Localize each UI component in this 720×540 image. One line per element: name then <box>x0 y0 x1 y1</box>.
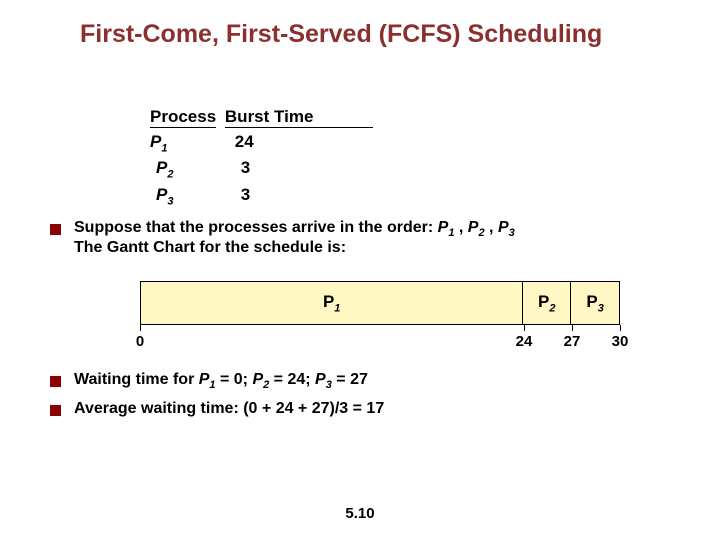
text: Waiting time for <box>74 371 199 388</box>
text: P <box>438 219 449 236</box>
tick-label: 30 <box>612 333 629 350</box>
table-header: Process Burst Time <box>150 107 670 128</box>
text: P <box>252 371 263 388</box>
text: P <box>468 219 479 236</box>
proc-name: P <box>150 132 161 151</box>
gantt-cell-label: P2 <box>538 292 555 314</box>
gantt-cell-label: P1 <box>323 292 340 314</box>
text: P <box>315 371 326 388</box>
gantt-bar: P1 P2 P3 <box>140 281 620 325</box>
bullet-suppose: Suppose that the processes arrive in the… <box>50 219 670 257</box>
proc-name: P <box>156 158 167 177</box>
burst-value: 24 <box>235 132 254 152</box>
proc-sub: 3 <box>167 195 173 207</box>
text: P <box>498 219 509 236</box>
page-number: 5.10 <box>345 505 374 522</box>
table-row: P2 3 <box>156 158 670 180</box>
bullet-waiting: Waiting time for P1 = 0; P2 = 24; P3 = 2… <box>50 371 670 391</box>
text: = 27 <box>332 371 368 388</box>
bullet-icon <box>50 376 61 387</box>
text: P <box>199 371 210 388</box>
text: , <box>485 219 498 236</box>
bullet-icon <box>50 224 61 235</box>
slide-title: First-Come, First-Served (FCFS) Scheduli… <box>80 20 670 49</box>
tick-label: 24 <box>516 333 533 350</box>
text: = 0; <box>216 371 253 388</box>
proc-sub: 2 <box>167 169 173 181</box>
proc-name: P <box>156 185 167 204</box>
text: = 24; <box>269 371 315 388</box>
gantt-chart: P1P2P3 0242730 <box>140 281 620 355</box>
tick-label: 0 <box>136 333 144 350</box>
gantt-cell-label: P3 <box>586 292 603 314</box>
text: Average waiting time: (0 + 24 + 27)/3 = … <box>74 400 384 417</box>
burst-value: 3 <box>241 185 250 205</box>
gantt-axis: 0242730 <box>140 325 620 355</box>
gantt-cell: P3 <box>571 282 619 324</box>
bullet-icon <box>50 405 61 416</box>
tick-label: 27 <box>564 333 581 350</box>
table-row: P3 3 <box>156 185 670 207</box>
header-process: Process <box>150 107 216 128</box>
table-row: P1 24 <box>150 132 670 154</box>
text: The Gantt Chart for the schedule is: <box>74 239 346 256</box>
proc-sub: 1 <box>161 142 167 154</box>
text: Suppose that the processes arrive in the… <box>74 219 438 236</box>
burst-value: 3 <box>241 158 250 178</box>
process-table: Process Burst Time P1 24 P2 3 P3 3 <box>150 107 670 207</box>
gantt-cell: P2 <box>523 282 571 324</box>
text: , <box>454 219 467 236</box>
text: 3 <box>509 227 515 239</box>
gantt-cell: P1 <box>141 282 523 324</box>
bullet-average: Average waiting time: (0 + 24 + 27)/3 = … <box>50 400 670 418</box>
header-burst: Burst Time <box>225 107 374 128</box>
